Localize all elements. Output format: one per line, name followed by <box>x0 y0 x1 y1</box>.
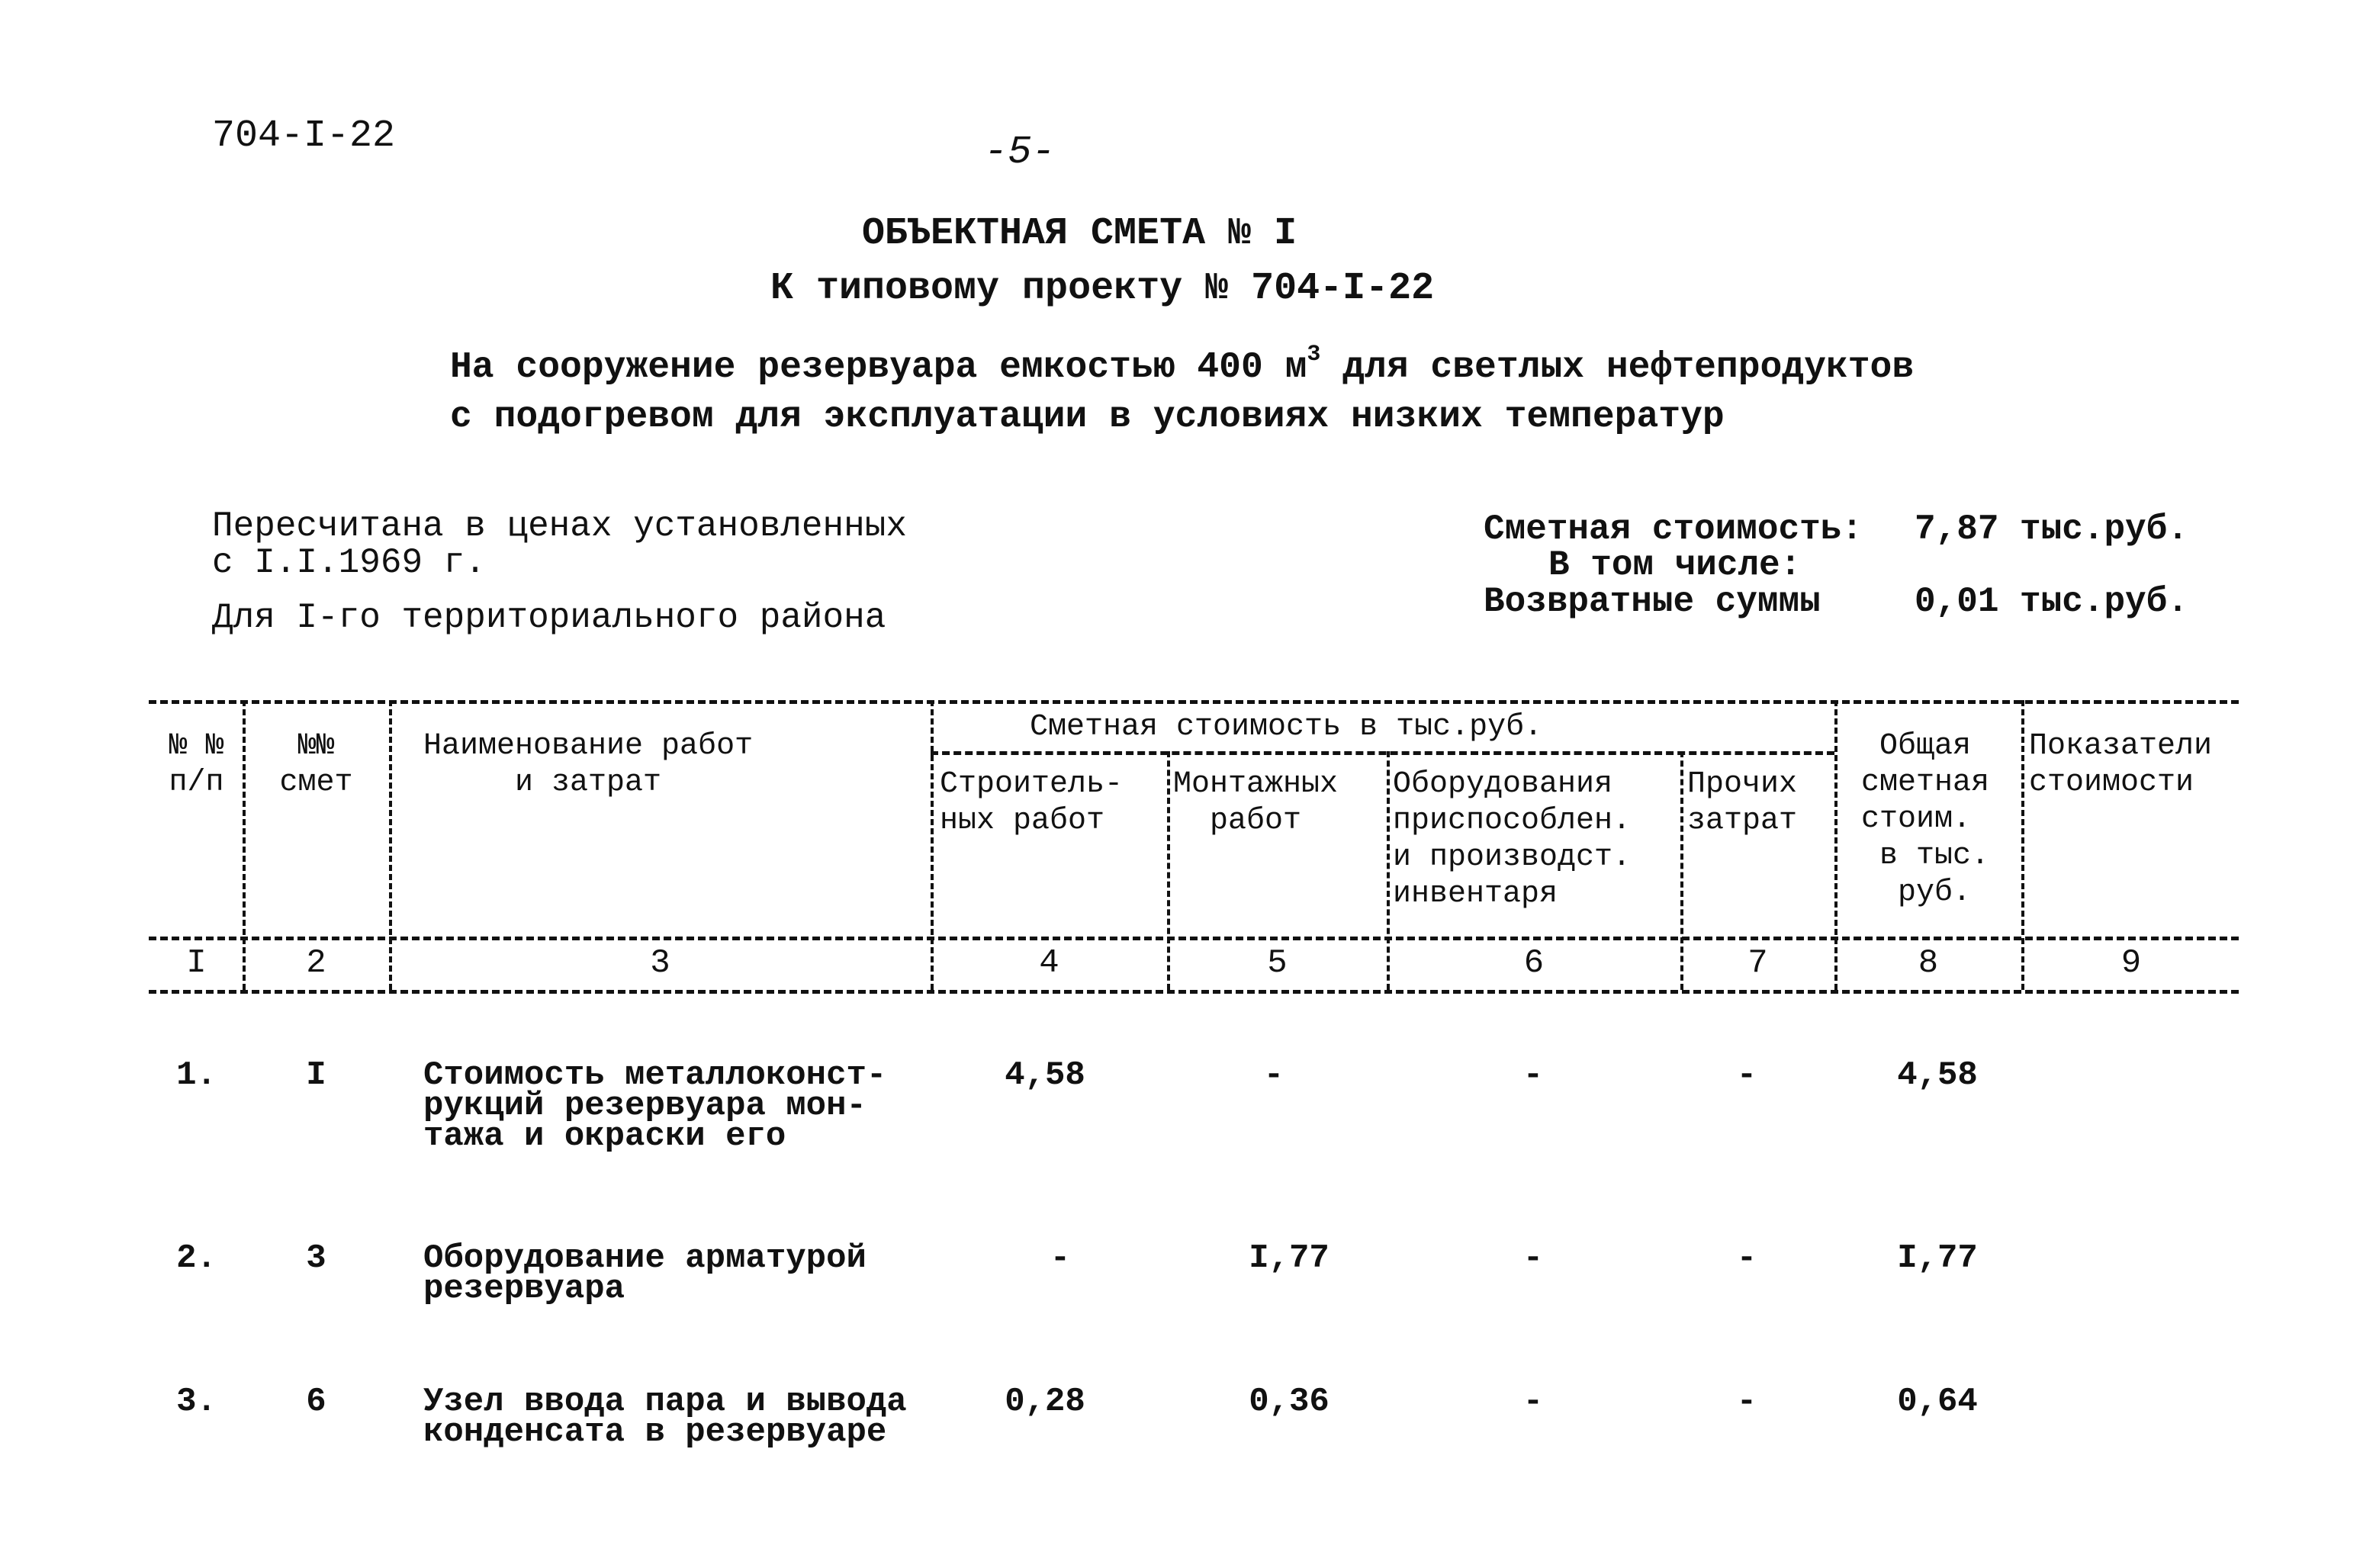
estimated-cost-value: 7,87 тыс.руб. <box>1915 509 2188 549</box>
row-number: 1. <box>176 1056 217 1094</box>
document-code: 704-I-22 <box>212 114 396 158</box>
column-number: 2 <box>306 944 326 982</box>
returnable-sums-value: 0,01 тыс.руб. <box>1915 582 2188 622</box>
other-cost: - <box>1736 1056 1757 1094</box>
total-cost: I,77 <box>1897 1239 1978 1277</box>
row-number: 2. <box>176 1239 217 1277</box>
estimated-cost-label: Сметная стоимость: <box>1484 509 1863 549</box>
estimate-number: 3 <box>306 1239 326 1277</box>
construction-cost: - <box>1050 1239 1071 1277</box>
installation-cost: I,77 <box>1249 1239 1330 1277</box>
header-equipment: Оборудования приспособлен. и производст.… <box>1393 767 1632 911</box>
table-top-border <box>149 700 2239 704</box>
group-header-divider <box>931 751 1834 755</box>
column-number: 8 <box>1918 944 1939 982</box>
construction-cost: 4,58 <box>1005 1056 1085 1094</box>
total-cost: 4,58 <box>1897 1056 1978 1094</box>
column-number: 4 <box>1039 944 1059 982</box>
description-text: На сооружение резервуара емкостью 400 м <box>450 347 1307 388</box>
header-work-name: Наименование работ и затрат <box>423 729 754 800</box>
header-estimate-number: №№ смет <box>279 729 353 800</box>
row-number: 3. <box>176 1383 217 1421</box>
including-label: В том числе: <box>1548 545 1802 585</box>
total-cost: 0,64 <box>1897 1383 1978 1421</box>
description-line-1: На сооружение резервуара емкостью 400 м3… <box>450 342 1914 388</box>
page-number: -5- <box>984 130 1056 175</box>
document-title: ОБЪЕКТНАЯ СМЕТА № I <box>862 212 1297 255</box>
installation-cost: 0,36 <box>1249 1383 1330 1421</box>
column-number: 7 <box>1747 944 1768 982</box>
header-total-cost: Общая сметная стоим. в тыс. руб. <box>1861 729 1990 910</box>
other-cost: - <box>1736 1383 1757 1421</box>
equipment-cost: - <box>1522 1383 1544 1421</box>
header-bottom-border <box>149 937 2239 940</box>
other-cost: - <box>1736 1239 1757 1277</box>
description-text-end: для светлых нефтепродуктов <box>1320 347 1915 388</box>
column-number: I <box>186 944 207 982</box>
description-line-2: с подогревом для эксплуатации в условиях… <box>450 397 1725 438</box>
region-note: Для I-го территориального района <box>212 598 886 638</box>
column-number: 9 <box>2120 944 2142 982</box>
returnable-sums-label: Возвратные суммы <box>1484 582 1821 622</box>
work-name: Стоимость металлоконст- рукций резервуар… <box>423 1056 887 1155</box>
installation-cost: - <box>1263 1056 1284 1094</box>
header-installation-works: Монтажных работ <box>1173 767 1339 838</box>
header-construction-works: Строитель- ных работ <box>940 767 1124 838</box>
column-number: 6 <box>1523 944 1545 982</box>
recalc-note-line-2: с I.I.1969 г. <box>212 543 486 583</box>
equipment-cost: - <box>1522 1239 1544 1277</box>
work-name: Узел ввода пара и вывода конденсата в ре… <box>423 1383 907 1451</box>
document-subtitle: К типовому проекту № 704-I-22 <box>770 267 1435 310</box>
estimate-number: I <box>306 1056 326 1094</box>
equipment-cost: - <box>1522 1056 1544 1094</box>
column-number: 5 <box>1267 944 1288 982</box>
recalc-note-line-1: Пересчитана в ценах установленных <box>212 506 907 546</box>
header-group-estimated-cost: Сметная стоимость в тыс.руб. <box>1030 710 1543 744</box>
construction-cost: 0,28 <box>1005 1383 1085 1421</box>
work-name: Оборудование арматурой резервуара <box>423 1239 867 1308</box>
column-number: 3 <box>650 944 670 982</box>
header-cost-indicators: Показатели стоимости <box>2029 729 2213 800</box>
superscript: 3 <box>1307 342 1321 368</box>
estimate-number: 6 <box>306 1383 326 1421</box>
header-other-costs: Прочих затрат <box>1687 767 1798 838</box>
column-number-bottom-border <box>149 990 2239 994</box>
header-row-number: № № п/п <box>169 729 224 800</box>
